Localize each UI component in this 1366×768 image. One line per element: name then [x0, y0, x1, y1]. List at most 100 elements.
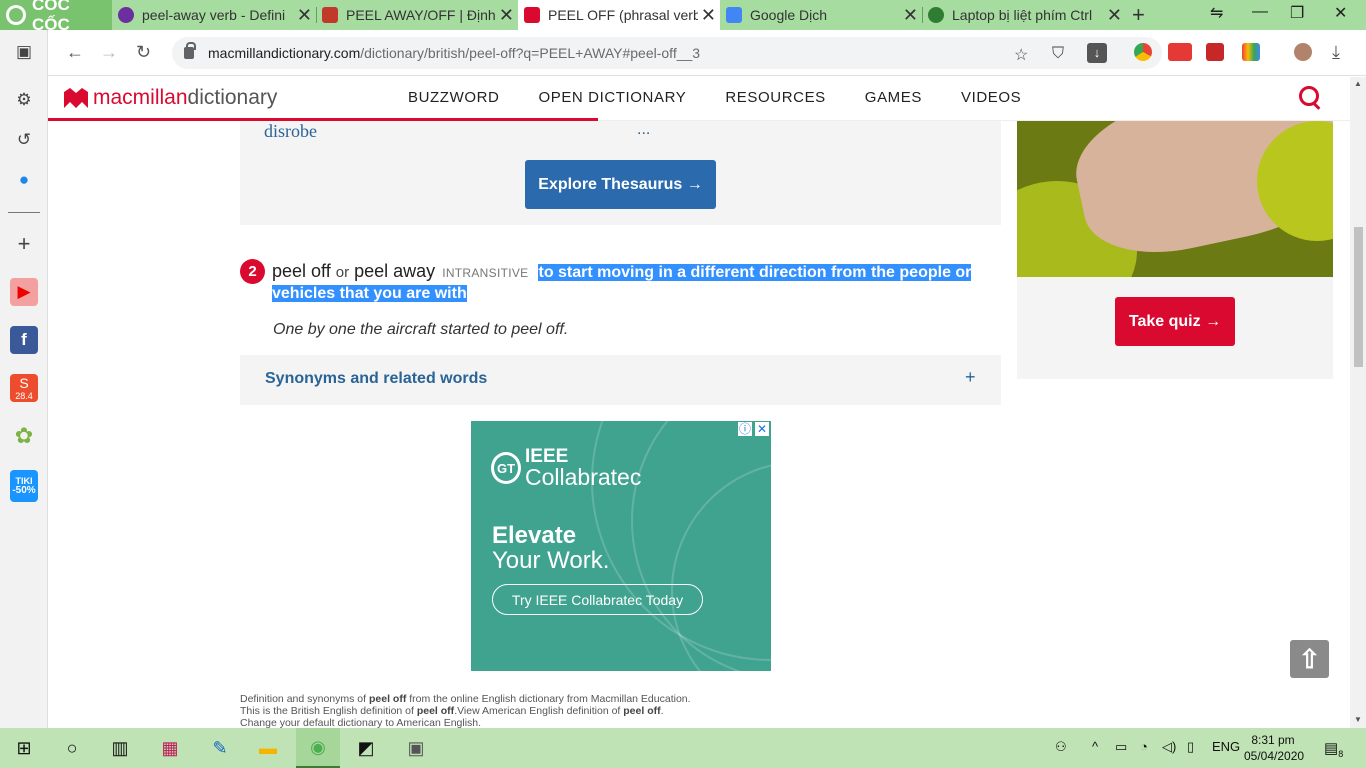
- macmillan-favicon-icon: [524, 7, 540, 23]
- nav-resources[interactable]: RESOURCES: [725, 89, 825, 106]
- close-window-icon[interactable]: ✕: [1334, 3, 1347, 23]
- coccoc-leaf-icon[interactable]: ✿: [10, 422, 38, 450]
- ad-close-icon[interactable]: ✕: [755, 422, 769, 436]
- app-window-icon[interactable]: ▣: [394, 728, 438, 768]
- tiki-icon[interactable]: TIKI -50%: [10, 470, 38, 502]
- macmillan-mark-icon: [64, 88, 88, 108]
- search-circle-icon[interactable]: ○: [50, 728, 94, 768]
- synonyms-accordion[interactable]: Synonyms and related words +: [240, 355, 1001, 405]
- page-scrollbar[interactable]: ▲ ▼: [1350, 77, 1366, 728]
- download-page-icon[interactable]: ↓: [1087, 43, 1107, 63]
- nav-open-dictionary[interactable]: OPEN DICTIONARY: [538, 89, 686, 106]
- scroll-up-arrow-icon[interactable]: ▲: [1354, 79, 1362, 88]
- scroll-thumb[interactable]: [1354, 227, 1363, 367]
- ieee-gt-icon: GT: [491, 452, 521, 484]
- facebook-icon[interactable]: f: [10, 326, 38, 354]
- thesaurus-word-link[interactable]: disrobe: [264, 121, 317, 142]
- language-indicator[interactable]: ENG: [1212, 739, 1240, 754]
- task-view-icon[interactable]: ▥: [98, 728, 142, 768]
- settings-gear-icon[interactable]: ⚙: [10, 86, 38, 114]
- change-dictionary-link[interactable]: Change your default dictionary to Americ…: [240, 717, 940, 728]
- example-sentence: One by one the aircraft started to peel …: [273, 321, 569, 338]
- file-explorer-icon[interactable]: ▬: [246, 728, 290, 768]
- nav-videos[interactable]: VIDEOS: [961, 89, 1021, 106]
- google-translate-favicon-icon: [726, 7, 742, 23]
- battery-icon[interactable]: ▯: [1187, 739, 1194, 755]
- new-tab-plus-icon[interactable]: +: [1132, 2, 1145, 28]
- close-tab-icon[interactable]: ✕: [1107, 5, 1122, 26]
- reload-icon[interactable]: ↻: [136, 42, 151, 63]
- tab-peel-off-active[interactable]: PEEL OFF (phrasal verb) ✕: [518, 0, 720, 30]
- tab-strip: CỐC CỐC peel-away verb - Defini ✕ PEEL A…: [0, 0, 1366, 34]
- notification-center-icon[interactable]: ▤8: [1324, 739, 1343, 759]
- expand-plus-icon[interactable]: +: [965, 367, 976, 388]
- address-bar[interactable]: macmillandictionary.com/dictionary/briti…: [172, 37, 1162, 69]
- page-footer-text: Definition and synonyms of peel off from…: [240, 693, 940, 728]
- back-arrow-icon[interactable]: ←: [66, 42, 84, 63]
- ad-choices[interactable]: ⓘ ✕: [738, 422, 769, 436]
- navigation-toolbar: ← → ↻ macmillandictionary.com/dictionary…: [48, 30, 1366, 76]
- back-to-top-arrow-icon[interactable]: ⇧: [1290, 640, 1329, 678]
- nav-games[interactable]: GAMES: [865, 89, 922, 106]
- people-icon[interactable]: ⚇: [1055, 739, 1067, 755]
- tab-list-icon[interactable]: ⇋: [1210, 3, 1223, 23]
- youtube-icon[interactable]: ▶: [10, 278, 38, 306]
- american-definition-link[interactable]: .View American English definition of: [454, 705, 623, 717]
- system-clock[interactable]: 8:31 pm 05/04/2020: [1244, 732, 1305, 764]
- extension-new-icon[interactable]: [1168, 43, 1192, 61]
- tab-peel-away-verb[interactable]: peel-away verb - Defini ✕: [112, 0, 316, 30]
- wifi-icon[interactable]: ◔: [1140, 739, 1148, 754]
- sidebar-toggle-icon[interactable]: ▣: [10, 38, 38, 66]
- macmillan-logo[interactable]: macmillan dictionary: [64, 86, 277, 110]
- scroll-down-arrow-icon[interactable]: ▼: [1354, 715, 1362, 724]
- forward-arrow-icon[interactable]: →: [100, 42, 118, 63]
- tab-laptop-ctrl[interactable]: Laptop bị liệt phím Ctrl ✕: [922, 0, 1126, 30]
- minimize-icon[interactable]: —: [1252, 3, 1268, 21]
- close-tab-icon[interactable]: ✕: [903, 5, 918, 26]
- advertisement-banner[interactable]: ⓘ ✕ GT IEEE Collabratec Elevate Your Wor…: [471, 421, 771, 671]
- paint-app-icon[interactable]: ✎: [198, 728, 242, 768]
- downloads-icon[interactable]: ⤓: [1332, 42, 1340, 63]
- tab-title: peel-away verb - Defini: [142, 7, 286, 23]
- ad-info-icon[interactable]: ⓘ: [738, 422, 752, 436]
- profile-avatar[interactable]: [1294, 43, 1312, 61]
- add-sidebar-app-icon[interactable]: +: [10, 230, 38, 258]
- thesaurus-more-link[interactable]: ...: [637, 121, 650, 139]
- coccoc-taskbar-icon[interactable]: ◉: [296, 728, 340, 768]
- bookmark-star-icon[interactable]: ☆: [1014, 45, 1028, 65]
- close-tab-icon[interactable]: ✕: [701, 5, 716, 26]
- extension-color-grid-icon[interactable]: [1242, 43, 1260, 61]
- clock-date: 05/04/2020: [1244, 749, 1305, 763]
- coccoc-menu-button[interactable]: CỐC CỐC: [0, 0, 112, 34]
- site-search-icon[interactable]: [1298, 85, 1324, 111]
- tab-peel-away-off[interactable]: PEEL AWAY/OFF | Định n ✕: [316, 0, 518, 30]
- sidebar-divider: [8, 212, 40, 213]
- history-icon[interactable]: ↺: [10, 126, 38, 154]
- tab-google-translate[interactable]: Google Dịch ✕: [720, 0, 922, 30]
- close-tab-icon[interactable]: ✕: [297, 5, 312, 26]
- shield-icon[interactable]: ⛉: [1052, 45, 1064, 63]
- footer-text: .: [660, 705, 664, 717]
- nav-buzzword[interactable]: BUZZWORD: [408, 89, 499, 106]
- tray-expand-icon[interactable]: ^: [1092, 739, 1098, 754]
- volume-icon[interactable]: ◁): [1162, 739, 1176, 755]
- main-nav: BUZZWORD OPEN DICTIONARY RESOURCES GAMES…: [408, 89, 1021, 106]
- app-ms-icon[interactable]: ▦: [148, 728, 192, 768]
- take-quiz-button[interactable]: Take quiz →: [1115, 297, 1235, 346]
- close-tab-icon[interactable]: ✕: [499, 5, 514, 26]
- messenger-icon[interactable]: ●: [10, 166, 38, 194]
- sticky-notes-icon[interactable]: ◩: [344, 728, 388, 768]
- restore-icon[interactable]: ❐: [1290, 3, 1304, 23]
- extension-chrome-icon[interactable]: [1134, 43, 1152, 61]
- usb-icon[interactable]: ▭: [1115, 739, 1127, 755]
- footer-term: peel off: [416, 705, 455, 717]
- brand-dictionary: dictionary: [187, 86, 278, 109]
- windows-start-icon[interactable]: ⊞: [2, 728, 46, 768]
- tab-title: Laptop bị liệt phím Ctrl: [952, 7, 1093, 23]
- ad-cta-button[interactable]: Try IEEE Collabratec Today: [492, 584, 703, 615]
- extension-red-icon[interactable]: [1206, 43, 1224, 61]
- sense-number-badge: 2: [240, 259, 265, 284]
- shopee-icon[interactable]: S 28.4: [10, 374, 38, 402]
- explore-thesaurus-button[interactable]: Explore Thesaurus →: [525, 160, 716, 209]
- tab-title: PEEL OFF (phrasal verb): [548, 7, 698, 23]
